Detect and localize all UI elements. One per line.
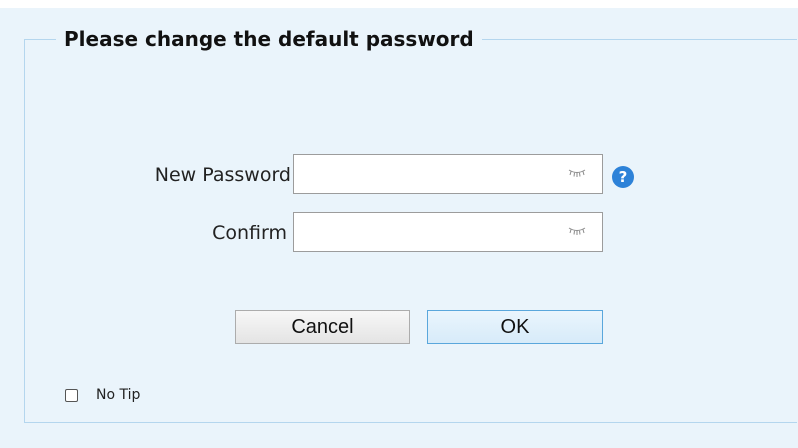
- new-password-input[interactable]: [294, 155, 554, 193]
- confirm-password-input[interactable]: [294, 213, 554, 251]
- new-password-label: New Password: [154, 164, 291, 186]
- page-top-strip: [0, 0, 798, 8]
- confirm-password-field[interactable]: [293, 212, 603, 252]
- confirm-password-label: Confirm: [212, 222, 287, 244]
- cancel-button[interactable]: Cancel: [235, 310, 410, 344]
- eye-closed-icon[interactable]: [568, 225, 586, 237]
- new-password-field[interactable]: [293, 154, 603, 194]
- help-icon[interactable]: ?: [612, 166, 634, 188]
- dialog-title: Please change the default password: [56, 24, 482, 54]
- eye-closed-icon[interactable]: [568, 167, 586, 179]
- ok-button[interactable]: OK: [427, 310, 603, 344]
- no-tip-checkbox[interactable]: [65, 388, 78, 402]
- no-tip-option[interactable]: No Tip: [65, 386, 140, 404]
- no-tip-label: No Tip: [96, 387, 141, 403]
